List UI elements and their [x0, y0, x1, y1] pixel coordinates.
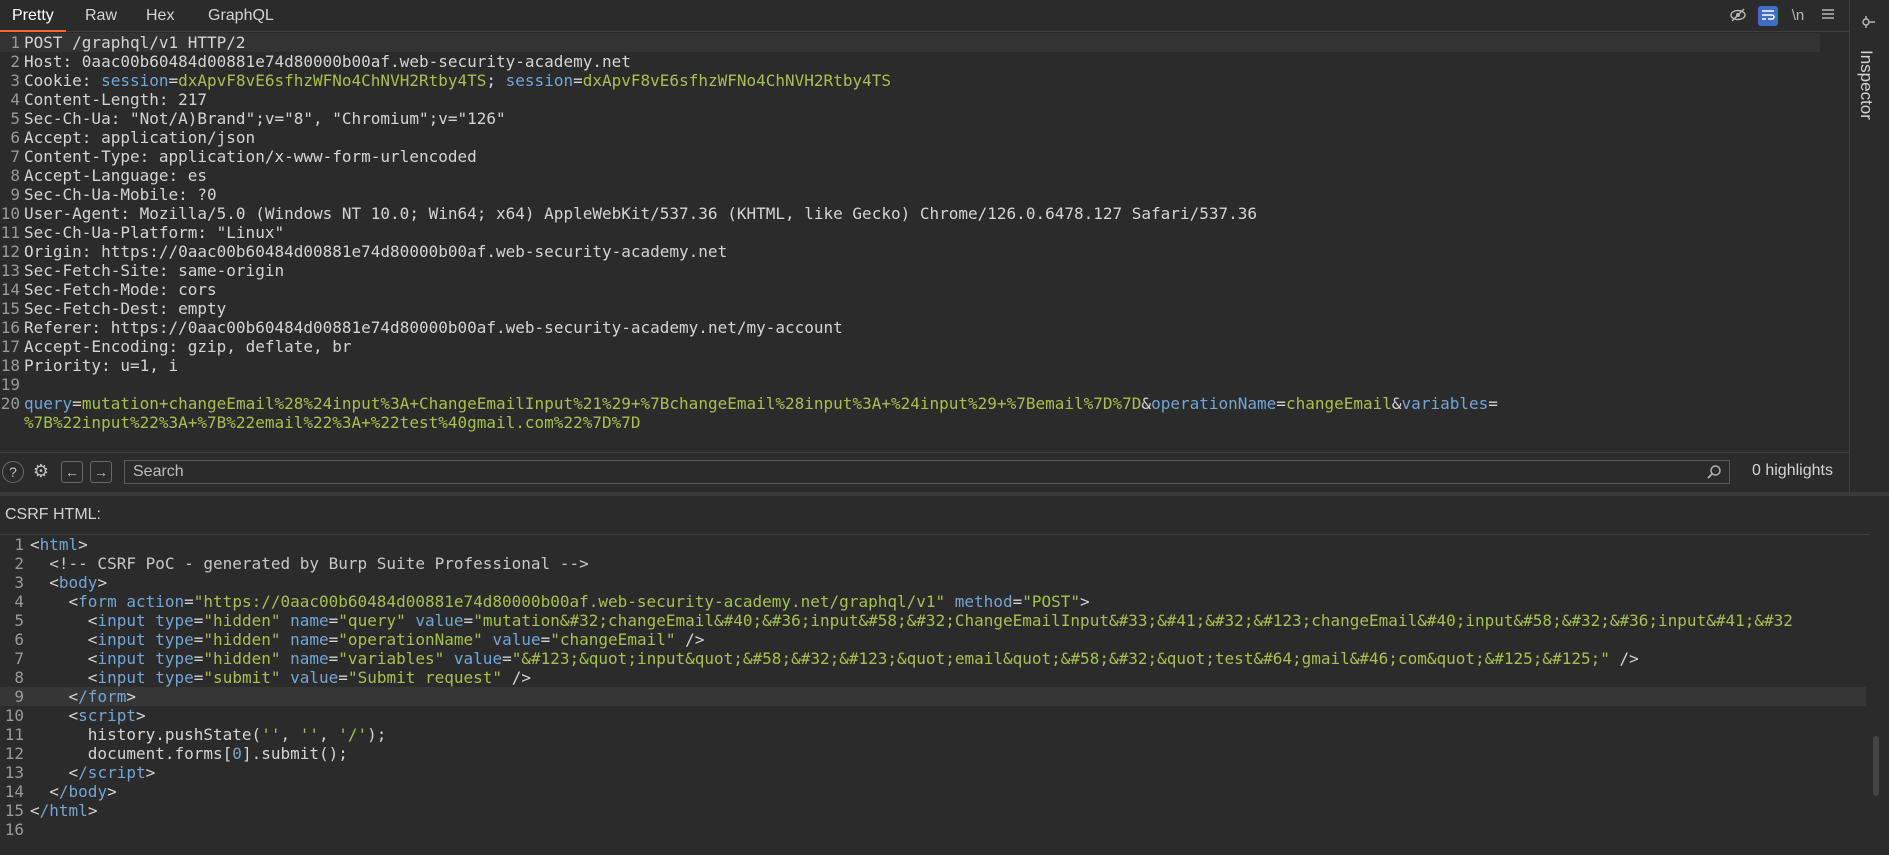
request-line: 4 Content-Length: 217: [10, 90, 208, 109]
request-line: 13 Sec-Fetch-Site: same-origin: [0, 261, 285, 280]
request-line: 18 Priority: u=1, i: [0, 356, 179, 375]
request-body-line-wrap: %7B%22input%22%3A+%7B%22email%22%3A+%22t…: [24, 413, 641, 432]
search-icon[interactable]: [1706, 464, 1722, 484]
request-line: 16 Referer: https://0aac00b60484d00881e74…: [0, 318, 843, 337]
csrf-line: 12 document.forms[0].submit();: [4, 744, 348, 763]
request-line: 19: [0, 375, 20, 394]
csrf-line: 2 <!-- CSRF PoC - generated by Burp Suit…: [14, 554, 589, 573]
newline-icon[interactable]: \n: [1788, 6, 1808, 26]
wrap-icon[interactable]: [1758, 6, 1778, 26]
settings-gear-icon[interactable]: ⚙: [30, 461, 52, 483]
request-line: 7 Content-Type: application/x-www-form-ur…: [10, 147, 477, 166]
request-editor: Pretty Raw Hex GraphQL \n 1 POST /graphql…: [0, 0, 1849, 492]
search-input[interactable]: [124, 460, 1730, 484]
request-line: 9 Sec-Ch-Ua-Mobile: ?0: [10, 185, 217, 204]
tab-graphql[interactable]: GraphQL: [196, 0, 286, 32]
help-icon[interactable]: ?: [2, 461, 24, 483]
menu-icon[interactable]: [1818, 6, 1838, 26]
inspector-tab[interactable]: Inspector: [1856, 50, 1876, 120]
request-line: 17 Accept-Encoding: gzip, deflate, br: [0, 337, 352, 356]
tab-hex[interactable]: Hex: [134, 0, 186, 32]
csrf-line: 4 <form action="https://0aac00b60484d008…: [14, 592, 1090, 611]
csrf-line: 15 </html>: [4, 801, 98, 820]
csrf-line: 10 <script>: [4, 706, 146, 725]
tab-raw[interactable]: Raw: [73, 0, 129, 32]
csrf-html-label: CSRF HTML:: [5, 506, 101, 523]
csrf-line: 6 <input type="hidden" name="operationNa…: [14, 630, 705, 649]
request-line: 6 Accept: application/json: [10, 128, 256, 147]
csrf-line: 1 <html>: [14, 535, 88, 554]
request-line: 1 POST /graphql/v1 HTTP/2: [0, 33, 1820, 52]
tab-pretty[interactable]: Pretty: [0, 0, 66, 32]
request-line: 5 Sec-Ch-Ua: "Not/A)Brand";v="8", "Chromi…: [10, 109, 506, 128]
csrf-line: 7 <input type="hidden" name="variables" …: [14, 649, 1639, 668]
csrf-line: 5 <input type="hidden" name="query" valu…: [14, 611, 1793, 630]
request-line: 2 Host: 0aac00b60484d00881e74d80000b00af.…: [10, 52, 631, 71]
request-body-line: 20 query=mutation+changeEmail%28%24input%…: [0, 394, 1498, 413]
csrf-code-editor[interactable]: 1 <html> 2 <!-- CSRF PoC - generated by B…: [0, 534, 1870, 850]
editor-tabbar: Pretty Raw Hex GraphQL \n: [0, 0, 1849, 32]
search-bar: ? ⚙ ← → 0 highlights: [0, 452, 1849, 490]
csrf-line-current: 9 </form>: [0, 687, 1866, 706]
highlights-count: 0 highlights: [1752, 462, 1833, 479]
request-line: 11 Sec-Ch-Ua-Platform: "Linux": [0, 223, 285, 242]
request-line: 15 Sec-Fetch-Dest: empty: [0, 299, 227, 318]
request-text[interactable]: 1 POST /graphql/v1 HTTP/2 2 Host: 0aac00b60…: [0, 33, 1849, 433]
request-line: 14 Sec-Fetch-Mode: cors: [0, 280, 217, 299]
back-arrow-icon[interactable]: ←: [61, 461, 83, 483]
csrf-panel: CSRF HTML: 1 <html> 2 <!-- CSRF PoC - gen…: [0, 496, 1889, 855]
csrf-scrollbar[interactable]: [1873, 736, 1879, 796]
inspector-icon[interactable]: [1860, 14, 1876, 34]
forward-arrow-icon[interactable]: →: [90, 461, 112, 483]
csrf-line: 14 </body>: [4, 782, 117, 801]
csrf-line: 11 history.pushState('', '', '/');: [4, 725, 387, 744]
request-line: 10 User-Agent: Mozilla/5.0 (Windows NT 10…: [0, 204, 1257, 223]
request-line: 3 Cookie: session=dxApvF8vE6sfhzWFNo4ChNV…: [10, 71, 891, 90]
hide-icon[interactable]: [1728, 6, 1748, 26]
csrf-line: 8 <input type="submit" value="Submit req…: [14, 668, 531, 687]
inspector-rail: Inspector: [1849, 0, 1889, 492]
csrf-line: 16: [4, 820, 24, 839]
csrf-line: 13 </script>: [4, 763, 156, 782]
request-line: 12 Origin: https://0aac00b60484d00881e74d…: [0, 242, 728, 261]
request-line: 8 Accept-Language: es: [10, 166, 208, 185]
csrf-line: 3 <body>: [14, 573, 108, 592]
